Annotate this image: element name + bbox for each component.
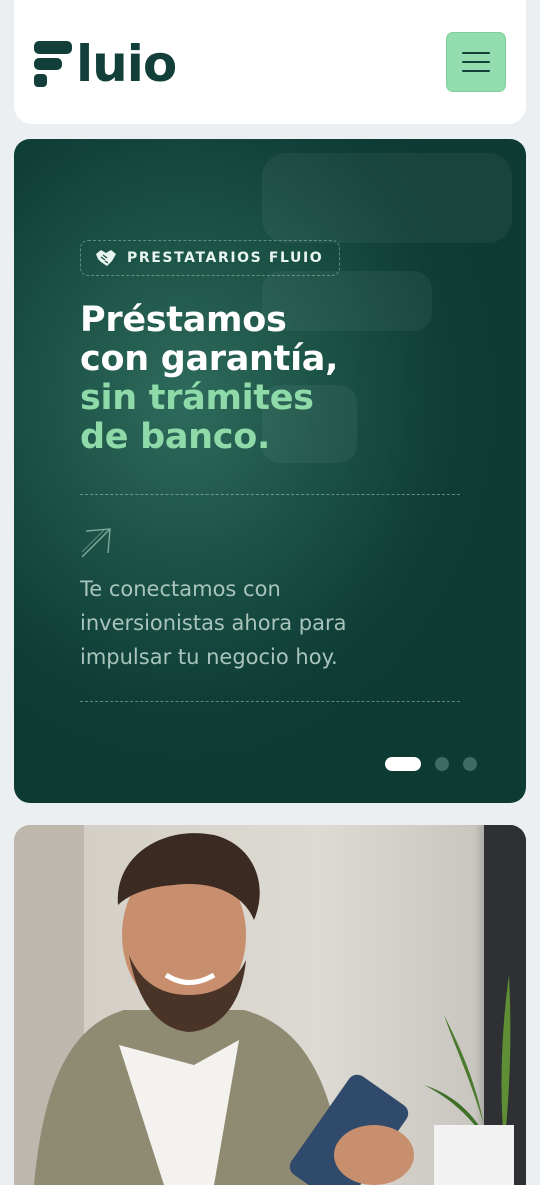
hamburger-line <box>462 61 490 63</box>
hero-description: Te conectamos con inversionistas ahora p… <box>80 577 347 669</box>
hamburger-line <box>462 70 490 72</box>
fluio-f-mark-icon <box>34 41 72 87</box>
carousel-indicators <box>385 757 477 771</box>
hero-photo <box>14 825 526 1185</box>
headline-line: Préstamos <box>80 300 287 340</box>
headline-highlight-line: de banco. <box>80 417 270 457</box>
top-divider <box>80 494 460 495</box>
carousel-dot[interactable] <box>435 757 449 771</box>
photo-illustration <box>14 825 526 1185</box>
hero-headline: Préstamos con garantía, sin trámites de … <box>80 301 410 457</box>
hamburger-menu-icon <box>462 52 490 54</box>
bottom-divider <box>80 701 460 702</box>
menu-button[interactable] <box>446 32 506 92</box>
handshake-icon <box>96 250 116 266</box>
headline-highlight-line: sin trámites <box>80 378 314 418</box>
hero-slide: PRESTATARIOS FLUIO Préstamos con garantí… <box>14 139 526 803</box>
carousel-dot[interactable] <box>463 757 477 771</box>
arrow-up-right-icon <box>81 528 111 558</box>
background-f-shape <box>262 153 512 463</box>
borrowers-badge: PRESTATARIOS FLUIO <box>80 240 341 276</box>
logo-wordmark: luio <box>76 35 177 93</box>
badge-label: PRESTATARIOS FLUIO <box>127 250 324 266</box>
brand-logo[interactable]: luio <box>34 35 177 93</box>
carousel-dot-active[interactable] <box>385 757 421 771</box>
site-header: luio <box>14 0 526 124</box>
headline-line: con garantía, <box>80 339 339 379</box>
